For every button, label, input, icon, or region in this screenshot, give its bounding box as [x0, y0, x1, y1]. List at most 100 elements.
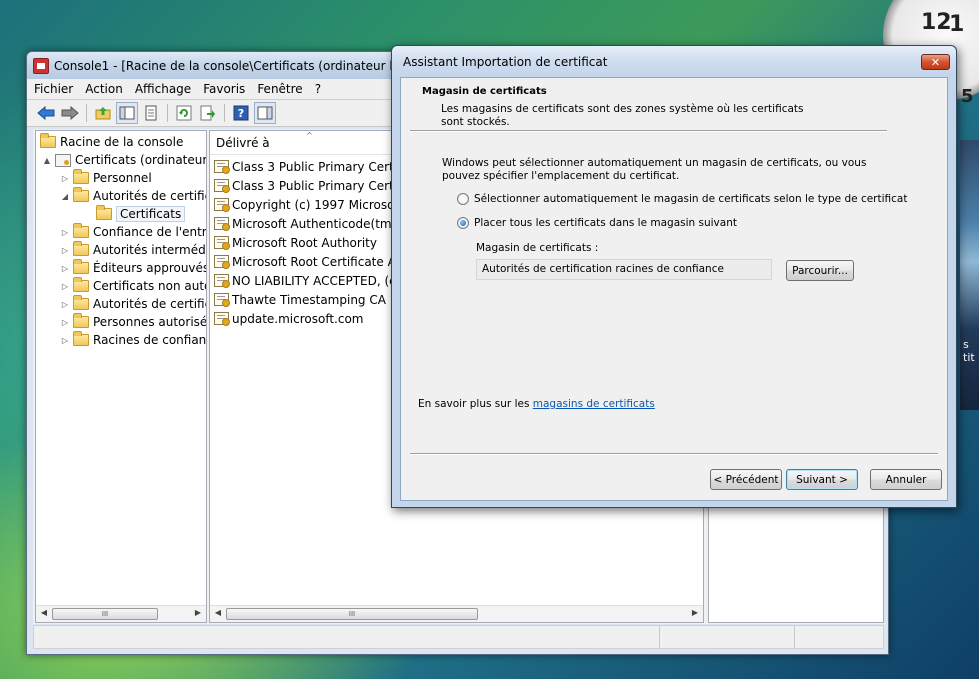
store-field-label: Magasin de certificats :: [476, 242, 599, 254]
option-auto-select-store[interactable]: Sélectionner automatiquement le magasin …: [457, 193, 907, 205]
status-bar: [33, 625, 884, 649]
next-button[interactable]: Suivant >: [786, 469, 858, 490]
scrollbar-thumb[interactable]: III: [52, 608, 158, 620]
list-item[interactable]: Copyright (c) 1997 Microsoft C: [214, 195, 415, 214]
folder-icon: [73, 223, 89, 238]
folder-icon: [73, 331, 89, 346]
folder-icon: [73, 295, 89, 310]
list-item[interactable]: Microsoft Authenticode(tm) R: [214, 214, 408, 233]
folder-icon: [73, 259, 89, 274]
tree-item-autorites-racines[interactable]: ◢ Autorités de certificat: [60, 187, 206, 205]
close-button[interactable]: ✕: [921, 54, 950, 70]
option-place-in-store[interactable]: Placer tous les certificats dans le maga…: [457, 217, 737, 229]
expand-icon[interactable]: ▷: [60, 318, 70, 327]
expand-icon[interactable]: ▷: [60, 246, 70, 255]
scroll-right-icon[interactable]: ▶: [688, 608, 702, 617]
list-item-label: Copyright (c) 1997 Microsoft C: [232, 197, 416, 212]
cancel-button[interactable]: Annuler: [870, 469, 942, 490]
certificate-store-field: Autorités de certification racines de co…: [476, 259, 772, 280]
sort-ascending-icon: ^: [306, 131, 313, 140]
learn-more-link[interactable]: magasins de certificats: [533, 398, 655, 410]
show-hide-action-pane-icon[interactable]: [254, 102, 276, 124]
collapse-icon[interactable]: ◢: [60, 192, 70, 201]
tree-item-personnes-autorisees[interactable]: ▷ Personnes autorisée: [60, 313, 206, 331]
up-folder-icon[interactable]: [92, 102, 114, 124]
wizard-title-bar[interactable]: Assistant Importation de certificat: [392, 46, 956, 77]
tree-item-certificats-ordinateur[interactable]: ▲ Certificats (ordinateur lo: [42, 151, 206, 169]
expand-icon[interactable]: ▷: [60, 264, 70, 273]
tree-item-certificats[interactable]: Certificats: [96, 205, 186, 223]
column-header-delivre-a[interactable]: Délivré à: [216, 136, 270, 150]
wizard-page-heading: Magasin de certificats: [422, 86, 547, 97]
radio-button-manual-selected[interactable]: [457, 217, 469, 229]
menu-favoris[interactable]: Favoris: [200, 82, 254, 96]
expand-icon[interactable]: ▷: [60, 282, 70, 291]
header-divider: [410, 130, 887, 132]
expand-icon[interactable]: ▷: [60, 336, 70, 345]
list-item[interactable]: NO LIABILITY ACCEPTED, (c)97: [214, 271, 416, 290]
browse-button[interactable]: Parcourir...: [786, 260, 854, 281]
tree-item-personnel[interactable]: ▷ Personnel: [60, 169, 152, 187]
list-item[interactable]: update.microsoft.com: [214, 309, 363, 328]
certificate-import-wizard: Assistant Importation de certificat ✕ Ma…: [391, 45, 957, 508]
expand-icon[interactable]: ▷: [60, 174, 70, 183]
expand-icon[interactable]: ▷: [60, 228, 70, 237]
menu-help[interactable]: ?: [312, 82, 330, 96]
list-item[interactable]: Microsoft Root Authority: [214, 233, 377, 252]
tree-item-confiance-entreprise[interactable]: ▷ Confiance de l'entre: [60, 223, 207, 241]
list-horizontal-scrollbar[interactable]: ◀ III ▶: [210, 605, 703, 622]
wizard-title: Assistant Importation de certificat: [403, 54, 608, 69]
back-button[interactable]: < Précédent: [710, 469, 782, 490]
list-item[interactable]: Class 3 Public Primary Certifica: [214, 176, 419, 195]
scroll-right-icon[interactable]: ▶: [191, 608, 205, 617]
mmc-window-title: Console1 - [Racine de la console\Certifi…: [54, 58, 435, 73]
list-item-label: Microsoft Root Authority: [232, 235, 377, 250]
folder-icon: [73, 241, 89, 256]
expand-icon[interactable]: ▷: [60, 300, 70, 309]
export-list-icon[interactable]: [197, 102, 219, 124]
clock-number-12: 12: [921, 10, 952, 35]
refresh-icon[interactable]: [173, 102, 195, 124]
gadget-partial-text: s tit: [963, 338, 975, 364]
back-arrow-icon[interactable]: [35, 102, 57, 124]
tree-item-racine[interactable]: Racine de la console: [40, 133, 183, 151]
help-icon[interactable]: ?: [230, 102, 252, 124]
scroll-left-icon[interactable]: ◀: [37, 608, 51, 617]
radio-button-auto[interactable]: [457, 193, 469, 205]
menu-fenetre[interactable]: Fenêtre: [254, 82, 311, 96]
tree-item-racines-confiance[interactable]: ▷ Racines de confianc: [60, 331, 206, 349]
tree-horizontal-scrollbar[interactable]: ◀ III ▶: [36, 605, 206, 622]
list-item-label: update.microsoft.com: [232, 311, 364, 326]
tree-item-label: Autorités intermédia: [93, 243, 207, 257]
certificate-icon: [214, 217, 230, 231]
properties-icon[interactable]: [140, 102, 162, 124]
folder-icon: [73, 277, 89, 292]
expand-collapse-icon[interactable]: ▲: [42, 156, 52, 165]
tree-item-certificats-non-autorises[interactable]: ▷ Certificats non autor: [60, 277, 207, 295]
wizard-page-description: Les magasins de certificats sont des zon…: [441, 103, 804, 128]
scrollbar-thumb[interactable]: III: [226, 608, 478, 620]
slideshow-gadget[interactable]: s tit: [960, 140, 979, 410]
close-icon: ✕: [930, 55, 941, 69]
tree-item-label: Éditeurs approuvés: [93, 261, 207, 275]
menu-fichier[interactable]: Fichier: [31, 82, 82, 96]
list-item[interactable]: Microsoft Root Certificate Aut: [214, 252, 408, 271]
tree-item-autorites-tierces[interactable]: ▷ Autorités de certifica: [60, 295, 206, 313]
tree-item-label: Certificats: [116, 206, 186, 222]
menu-action[interactable]: Action: [82, 82, 132, 96]
folder-icon: [73, 313, 89, 328]
toolbar-separator: [86, 104, 87, 122]
tree-item-autorites-intermediaires[interactable]: ▷ Autorités intermédia: [60, 241, 207, 259]
tree-item-label: Confiance de l'entre: [93, 225, 207, 239]
tree-item-editeurs-approuves[interactable]: ▷ Éditeurs approuvés: [60, 259, 207, 277]
certificate-icon: [214, 312, 230, 326]
tree-item-label: Certificats non autor: [93, 279, 207, 293]
scroll-left-icon[interactable]: ◀: [211, 608, 225, 617]
list-item[interactable]: Thawte Timestamping CA: [214, 290, 386, 309]
show-hide-tree-icon[interactable]: [116, 102, 138, 124]
menu-affichage[interactable]: Affichage: [132, 82, 200, 96]
forward-arrow-icon[interactable]: [59, 102, 81, 124]
list-item[interactable]: Class 3 Public Primary Certifica: [214, 157, 419, 176]
certificate-icon: [214, 255, 230, 269]
certificate-icon: [214, 274, 230, 288]
